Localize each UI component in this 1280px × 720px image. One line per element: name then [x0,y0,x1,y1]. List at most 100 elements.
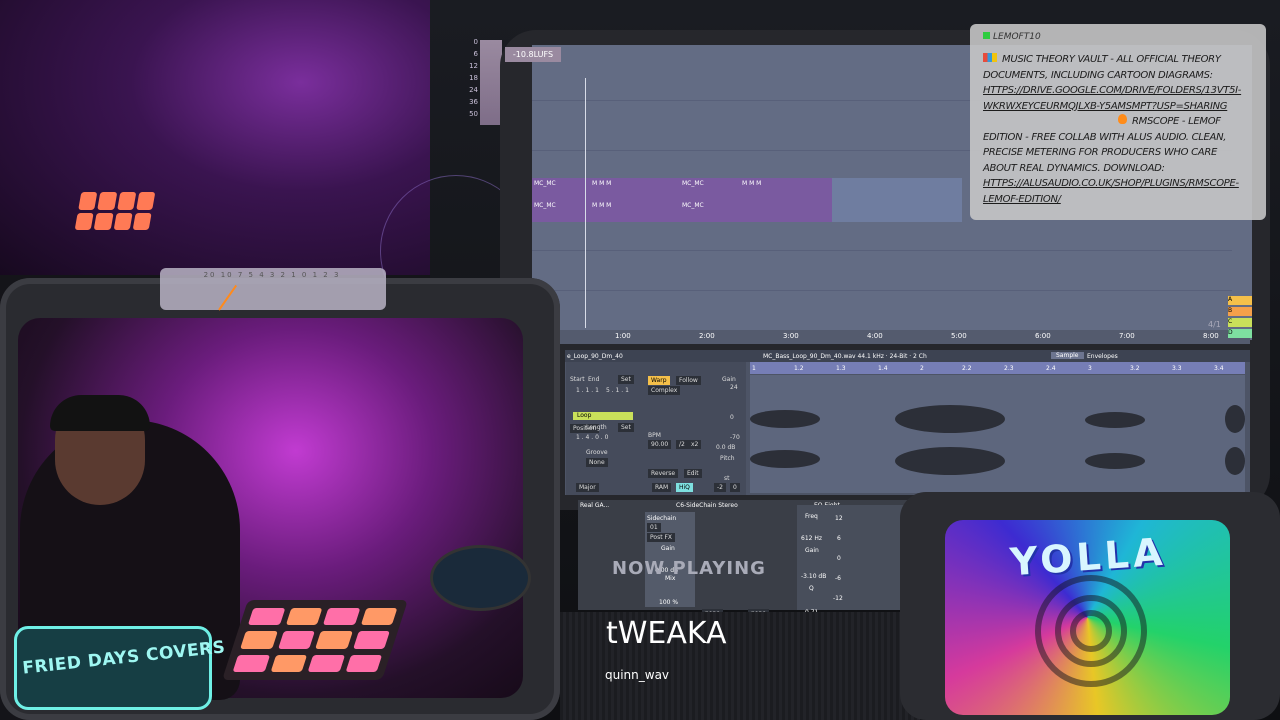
marker: 1.3 [836,365,846,372]
chat-text-part2: RMSCOPE - LEMOF EDITION - FREE COLLAB WI… [983,116,1227,174]
marker: 3.3 [1172,365,1182,372]
track-artist: quinn_wav [605,668,670,682]
end-value[interactable]: 5 . 1 . 1 [606,387,629,394]
sample-waveform[interactable] [750,375,1245,493]
streamer-cap [50,395,150,431]
track-chip-a[interactable]: A [1228,296,1252,305]
top-webcam-pads [74,192,156,230]
transpose-value[interactable]: -2 [714,483,726,492]
eq-scale: 0 [837,555,841,562]
track-title: tWEAKA [606,616,727,651]
ruler-tick: 5:00 [951,332,967,340]
marker: 3.4 [1214,365,1224,372]
eq-scale: 12 [835,515,843,522]
clip-label: M M M [592,202,612,209]
user-badge-icon [983,32,990,39]
clip-label: MC_MC [534,180,556,187]
marker: 1.4 [878,365,888,372]
start-value[interactable]: 1 . 1 . 1 [576,387,599,394]
ruler-tick: 8:00 [1203,332,1219,340]
track-lane-divider [532,290,1232,291]
clip-label: MC_MC [682,202,704,209]
follow-button[interactable]: Follow [676,376,701,385]
eq-freq-value[interactable]: 612 Hz [801,535,822,542]
ruler-tick: 2:00 [699,332,715,340]
ruler-tick: 3:00 [783,332,799,340]
clip-label: M M M [742,180,762,187]
gain-label: Gain [722,376,736,383]
end-label: End [588,376,600,383]
tab-sample[interactable]: Sample [1051,352,1084,359]
books-emoji-icon [983,53,997,62]
clip-label: MC_MC [682,180,704,187]
arrangement-clip-row[interactable]: MC_MC M M M MC_MC M M M MC_MC M M M MC_M… [532,178,832,222]
sidechain-input[interactable]: 01 [647,523,661,532]
groove-select[interactable]: None [586,458,608,467]
vu-meter-scale: 20 10 7 5 4 3 2 1 0 1 2 3 [203,271,341,279]
track-chip-b[interactable]: B [1228,307,1252,316]
bpm-label: BPM [648,432,661,439]
set-button[interactable]: Set [618,423,634,432]
edit-button[interactable]: Edit [684,469,702,478]
ruler-tick: 4:00 [867,332,883,340]
arrangement-clip-row-selected[interactable] [832,178,962,222]
set-button[interactable]: Set [618,375,634,384]
marker: 2.2 [962,365,972,372]
device-title[interactable]: C6-SideChain Stereo [676,502,738,509]
gain-scale-top: 24 [730,384,738,391]
track-chip-d[interactable]: D [1228,329,1252,338]
clip-header: e_Loop_90_Dm_40 MC_Bass_Loop_90_Dm_40.wa… [565,350,1250,362]
gain-scale-mid: 0 [730,414,734,421]
length-value[interactable]: 1 . 4 . 0 . 0 [576,434,608,441]
warp-button[interactable]: Warp [648,376,670,385]
sidechain-gain-label: Gain [661,545,675,552]
warp-mode-select[interactable]: Complex [648,386,681,395]
reverse-button[interactable]: Reverse [648,469,679,478]
sidechain-post-fx[interactable]: Post FX [647,533,676,542]
warp-marker-bar[interactable]: 1 1.2 1.3 1.4 2 2.2 2.3 2.4 3 3.2 3.3 3.… [750,362,1245,374]
gain-scale-low: -70 [730,434,740,441]
track-lane-divider [532,250,1232,251]
top-webcam-feed [0,0,430,275]
pitch-label: Pitch [720,455,735,462]
ram-button[interactable]: RAM [652,483,672,492]
half-tempo-button[interactable]: /2 [676,440,688,449]
timeline-ruler[interactable]: 1:00 2:00 3:00 4:00 5:00 6:00 7:00 8:00 [560,330,1250,344]
time-signature: 4/1 [1208,320,1221,329]
cents-value[interactable]: 0 [730,483,740,492]
chat-message: MUSIC THEORY VAULT - ALL OFFICIAL THEORY… [983,52,1248,207]
eq-gain-value[interactable]: -3.10 dB [801,573,826,580]
eq-q-label: Q [809,585,814,592]
chat-link-drive[interactable]: HTTPS://DRIVE.GOOGLE.COM/DRIVE/FOLDERS/1… [983,85,1241,112]
eq-freq-label: Freq [805,513,818,520]
clip-controls: Start End Set 1 . 1 . 1 5 . 1 . 1 Positi… [566,362,746,495]
hiq-button[interactable]: HiQ [676,483,693,492]
lufs-meter-bar [480,40,502,125]
bpm-value[interactable]: 90.00 [648,440,672,449]
track-chip-c[interactable]: C [1228,318,1252,327]
eq-scale: 6 [837,535,841,542]
tab-envelopes[interactable]: Envelopes [1087,353,1118,360]
clip-name[interactable]: e_Loop_90_Dm_40 [567,353,623,360]
sidechain-mix-value[interactable]: 100 % [659,599,678,606]
now-playing-label: NOW PLAYING [612,558,766,579]
device-title[interactable]: Real GA... [580,502,609,509]
chat-link-alus[interactable]: HTTPS://ALUSAUDIO.CO.UK/SHOP/PLUGINS/RMS… [983,178,1239,205]
pitch-unit: st [724,475,730,482]
clip-label: M M M [592,180,612,187]
lufs-badge: -10.8LUFS [505,47,561,62]
loop-button[interactable]: Loop [573,412,633,420]
double-tempo-button[interactable]: x2 [688,440,702,449]
sidechain-label: Sidechain [647,515,677,522]
length-label: Length [586,424,607,431]
playhead[interactable] [585,78,586,328]
marker: 2.4 [1046,365,1056,372]
clip-label: MC_MC [534,202,556,209]
ruler-tick: 7:00 [1119,332,1135,340]
marker: 2 [920,365,924,372]
key-select[interactable]: Major [576,483,599,492]
eq-scale: -12 [833,595,843,602]
gain-value[interactable]: 0.0 dB [716,444,735,451]
ruler-tick: 6:00 [1035,332,1051,340]
eq-eight-device: Freq 612 Hz Gain -3.10 dB Q 0.71 12 6 0 … [797,505,907,616]
